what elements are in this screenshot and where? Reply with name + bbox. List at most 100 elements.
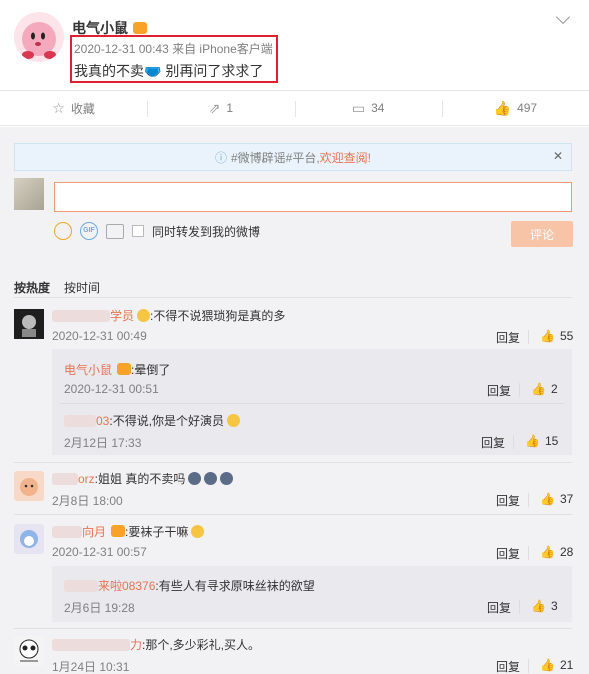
comment-date: 2020-12-31 00:57 (52, 545, 147, 559)
blurred-name-icon (52, 639, 130, 651)
emoji-icon (191, 525, 205, 538)
forward-button[interactable]: ⇗ 1 (147, 91, 294, 125)
sub-commenter-name[interactable]: 03 (96, 414, 109, 428)
reply-button[interactable]: 回复 (496, 492, 520, 509)
sub-comment-line: 电气小鼠 :晕倒了 (64, 361, 170, 378)
thumbs-up-icon: 👍 (540, 329, 555, 343)
image-icon[interactable] (106, 223, 124, 239)
comment-like-button[interactable]: 👍 28 (540, 545, 573, 559)
comment-icon: ▭ (351, 99, 366, 116)
thumbs-up-icon: 👍 (540, 492, 555, 506)
emoji-icon[interactable] (54, 222, 72, 240)
blurred-name-icon (52, 310, 110, 322)
post-text: 我真的不卖🩲 别再问了求求了 (74, 63, 264, 79)
emoji-icon (137, 309, 151, 322)
info-icon: ⓘ (214, 150, 227, 165)
reply-button[interactable]: 回复 (481, 434, 505, 451)
sub-comment-text: :晕倒了 (131, 363, 171, 377)
emoji-icon (204, 472, 218, 485)
thumbs-up-icon: 👍 (540, 658, 555, 672)
sub-comment-text: :有些人有寻求原味丝袜的欲望 (155, 579, 315, 593)
tab-sort-time[interactable]: 按时间 (64, 279, 100, 296)
comment-like-button[interactable]: 👍 21 (540, 658, 573, 672)
notice-link[interactable]: 欢迎查阅! (320, 149, 371, 166)
divider (60, 403, 564, 404)
close-icon[interactable]: ✕ (553, 149, 563, 163)
sub-commenter-name[interactable]: 来啦08376 (98, 579, 155, 593)
comment-like-button[interactable]: 👍 55 (540, 329, 573, 343)
emoji-icon (227, 414, 241, 427)
sub-comment-like-button[interactable]: 👍 15 (525, 434, 558, 448)
reply-button[interactable]: 回复 (496, 658, 520, 674)
chevron-down-icon[interactable] (555, 9, 571, 25)
divider (519, 383, 520, 397)
divider (528, 330, 529, 344)
thumbs-up-icon: 👍 (525, 434, 540, 448)
commenter-name[interactable]: 力 (130, 638, 142, 652)
comment-text: :不得不说猥琐狗是真的多 (150, 309, 286, 323)
composer-toolbar: GIF 同时转发到我的微博 (54, 222, 260, 240)
comment-date: 2月8日 18:00 (52, 494, 123, 508)
thumbs-up-icon: 👍 (531, 382, 546, 396)
divider (14, 462, 572, 463)
divider (519, 600, 520, 614)
divider (14, 514, 572, 515)
divider (513, 435, 514, 449)
divider (528, 546, 529, 560)
divider (528, 659, 529, 673)
comment-date: 2020-12-31 00:49 (52, 329, 147, 343)
like-button[interactable]: 👍 497 (441, 91, 589, 125)
tab-sort-hot[interactable]: 按热度 (14, 279, 50, 296)
blurred-name-icon (52, 526, 82, 538)
comment-text-line: orz:姐姐 真的不卖吗 (52, 470, 234, 487)
forward-checkbox-label: 同时转发到我的微博 (152, 224, 261, 239)
sub-comment-date: 2020-12-31 00:51 (64, 382, 159, 396)
divider (14, 628, 572, 629)
sub-comment-date: 2月6日 19:28 (64, 601, 135, 615)
reply-button[interactable]: 回复 (496, 545, 520, 562)
vip-badge-icon (117, 363, 132, 375)
post-meta: 2020-12-31 00:43 来自 iPhone客户端 (74, 42, 273, 56)
sub-comment-line: 来啦08376:有些人有寻求原味丝袜的欲望 (64, 577, 315, 594)
sub-comment-line: 03:不得说,你是个好演员 (64, 412, 241, 429)
sub-comment-like-button[interactable]: 👍 2 (531, 382, 558, 396)
rumor-notice-bar: ⓘ #微博辟谣#平台, 欢迎查阅! (14, 143, 572, 171)
author-avatar[interactable] (14, 12, 64, 62)
forward-checkbox[interactable] (132, 225, 144, 237)
commenter-avatar[interactable] (14, 309, 44, 339)
commenter-avatar[interactable] (14, 471, 44, 501)
emoji-icon (188, 472, 202, 485)
divider (528, 493, 529, 507)
submit-comment-button[interactable]: 评论 (511, 221, 573, 247)
blurred-name-icon (52, 473, 78, 485)
divider (14, 297, 572, 298)
comment-text: :要袜子干嘛 (125, 525, 189, 539)
commenter-avatar[interactable] (14, 524, 44, 554)
commenter-name[interactable]: 学员 (110, 309, 134, 323)
comment-text: :那个,多少彩礼,买人。 (142, 638, 261, 652)
thumbs-up-icon: 👍 (540, 545, 555, 559)
gif-icon[interactable]: GIF (80, 222, 98, 240)
comment-button[interactable]: ▭ 34 (294, 91, 442, 125)
comment-text: :姐姐 真的不卖吗 (94, 472, 186, 486)
thumbs-up-icon: 👍 (531, 599, 546, 613)
comment-input[interactable] (54, 182, 572, 212)
comment-like-button[interactable]: 👍 37 (540, 492, 573, 506)
sub-comment-date: 2月12日 17:33 (64, 436, 142, 450)
current-user-avatar (14, 178, 44, 210)
vip-badge-icon (133, 22, 147, 34)
reply-button[interactable]: 回复 (487, 599, 511, 616)
commenter-name[interactable]: 向月 (82, 525, 106, 539)
comment-text-line: 向月 :要袜子干嘛 (52, 523, 205, 540)
commenter-name[interactable]: orz (78, 472, 95, 486)
sub-comment-like-button[interactable]: 👍 3 (531, 599, 558, 613)
sub-commenter-name[interactable]: 电气小鼠 (64, 363, 112, 377)
favorite-button[interactable]: ☆ 收藏 (0, 91, 147, 125)
reply-button[interactable]: 回复 (487, 382, 511, 399)
blurred-name-icon (64, 580, 98, 592)
reply-button[interactable]: 回复 (496, 329, 520, 346)
comment-text-line: 学员 :不得不说猥琐狗是真的多 (52, 307, 285, 324)
commenter-avatar[interactable] (14, 636, 44, 666)
sub-comment-text: :不得说,你是个好演员 (109, 414, 225, 428)
post-action-bar: ☆ 收藏 ⇗ 1 ▭ 34 👍 497 (0, 90, 589, 126)
